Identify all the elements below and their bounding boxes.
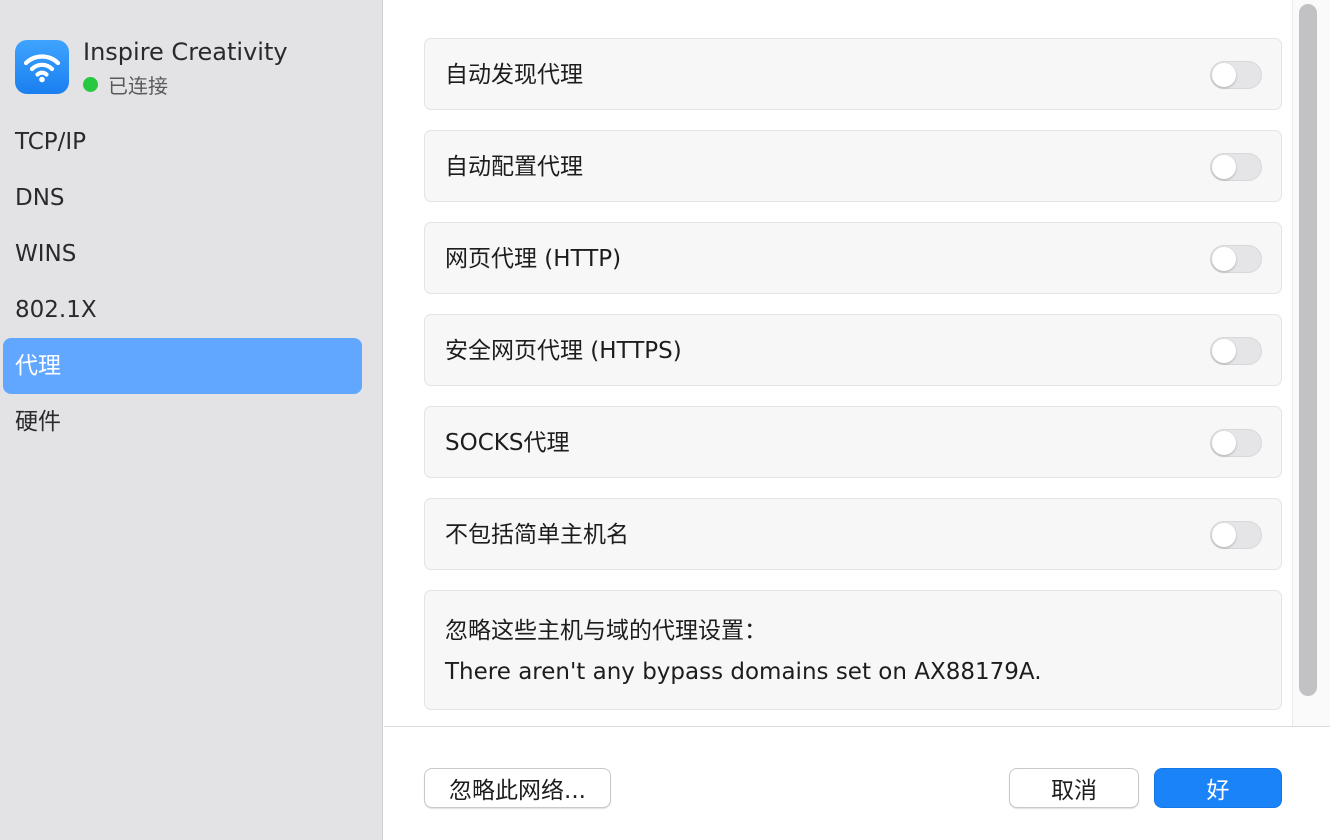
proxy-label-auto-config: 自动配置代理 <box>445 154 583 180</box>
network-name: Inspire Creativity <box>83 38 288 66</box>
main-panel: 自动发现代理 自动配置代理 网页代理 (HTTP) 安全网页代理 (HTTPS)… <box>384 0 1330 840</box>
toggle-knob <box>1212 247 1236 271</box>
toggle-knob <box>1212 431 1236 455</box>
sidebar-item-proxies[interactable]: 代理 <box>3 338 362 394</box>
proxy-row-https: 安全网页代理 (HTTPS) <box>424 314 1282 386</box>
auto-discovery-toggle[interactable] <box>1210 61 1262 89</box>
proxy-label-http: 网页代理 (HTTP) <box>445 246 622 272</box>
proxy-row-exclude-simple-hostnames: 不包括简单主机名 <box>424 498 1282 570</box>
connected-status-dot <box>83 77 98 92</box>
toggle-knob <box>1212 339 1236 363</box>
proxy-row-socks: SOCKS代理 <box>424 406 1282 478</box>
network-header: Inspire Creativity 已连接 <box>15 38 375 98</box>
bypass-title: 忽略这些主机与域的代理设置： <box>445 618 767 644</box>
sidebar-item-tcpip[interactable]: TCP/IP <box>3 114 362 170</box>
ignore-network-button[interactable]: 忽略此网络... <box>424 768 611 808</box>
proxy-label-socks: SOCKS代理 <box>445 430 570 456</box>
scrollbar-thumb[interactable] <box>1299 4 1317 696</box>
ok-button[interactable]: 好 <box>1154 768 1282 808</box>
proxy-row-http: 网页代理 (HTTP) <box>424 222 1282 294</box>
proxy-row-auto-config: 自动配置代理 <box>424 130 1282 202</box>
sidebar-item-dns[interactable]: DNS <box>3 170 362 226</box>
https-proxy-toggle[interactable] <box>1210 337 1262 365</box>
cancel-button[interactable]: 取消 <box>1009 768 1139 808</box>
http-proxy-toggle[interactable] <box>1210 245 1262 273</box>
network-status-label: 已连接 <box>108 74 168 98</box>
proxy-label-auto-discovery: 自动发现代理 <box>445 62 583 88</box>
auto-config-toggle[interactable] <box>1210 153 1262 181</box>
network-status: 已连接 <box>83 70 168 99</box>
sidebar-item-wins[interactable]: WINS <box>3 226 362 282</box>
wifi-icon <box>15 40 69 94</box>
proxy-settings-list: 自动发现代理 自动配置代理 网页代理 (HTTP) 安全网页代理 (HTTPS)… <box>384 0 1330 726</box>
socks-proxy-toggle[interactable] <box>1210 429 1262 457</box>
exclude-simple-hostnames-toggle[interactable] <box>1210 521 1262 549</box>
dialog-footer: 忽略此网络... 取消 好 <box>384 726 1330 840</box>
bypass-domains-box: 忽略这些主机与域的代理设置： There aren't any bypass d… <box>424 590 1282 710</box>
proxy-label-https: 安全网页代理 (HTTPS) <box>445 338 682 364</box>
toggle-knob <box>1212 523 1236 547</box>
sidebar-nav: TCP/IP DNS WINS 802.1X 代理 硬件 <box>3 114 362 450</box>
proxy-row-auto-discovery: 自动发现代理 <box>424 38 1282 110</box>
toggle-knob <box>1212 155 1236 179</box>
toggle-knob <box>1212 63 1236 87</box>
sidebar: Inspire Creativity 已连接 TCP/IP DNS WINS 8… <box>0 0 383 840</box>
proxy-label-exclude-simple-hostnames: 不包括简单主机名 <box>445 522 629 548</box>
sidebar-item-8021x[interactable]: 802.1X <box>3 282 362 338</box>
sidebar-item-hardware[interactable]: 硬件 <box>3 394 362 450</box>
bypass-domains-text: There aren't any bypass domains set on A… <box>445 659 1042 685</box>
